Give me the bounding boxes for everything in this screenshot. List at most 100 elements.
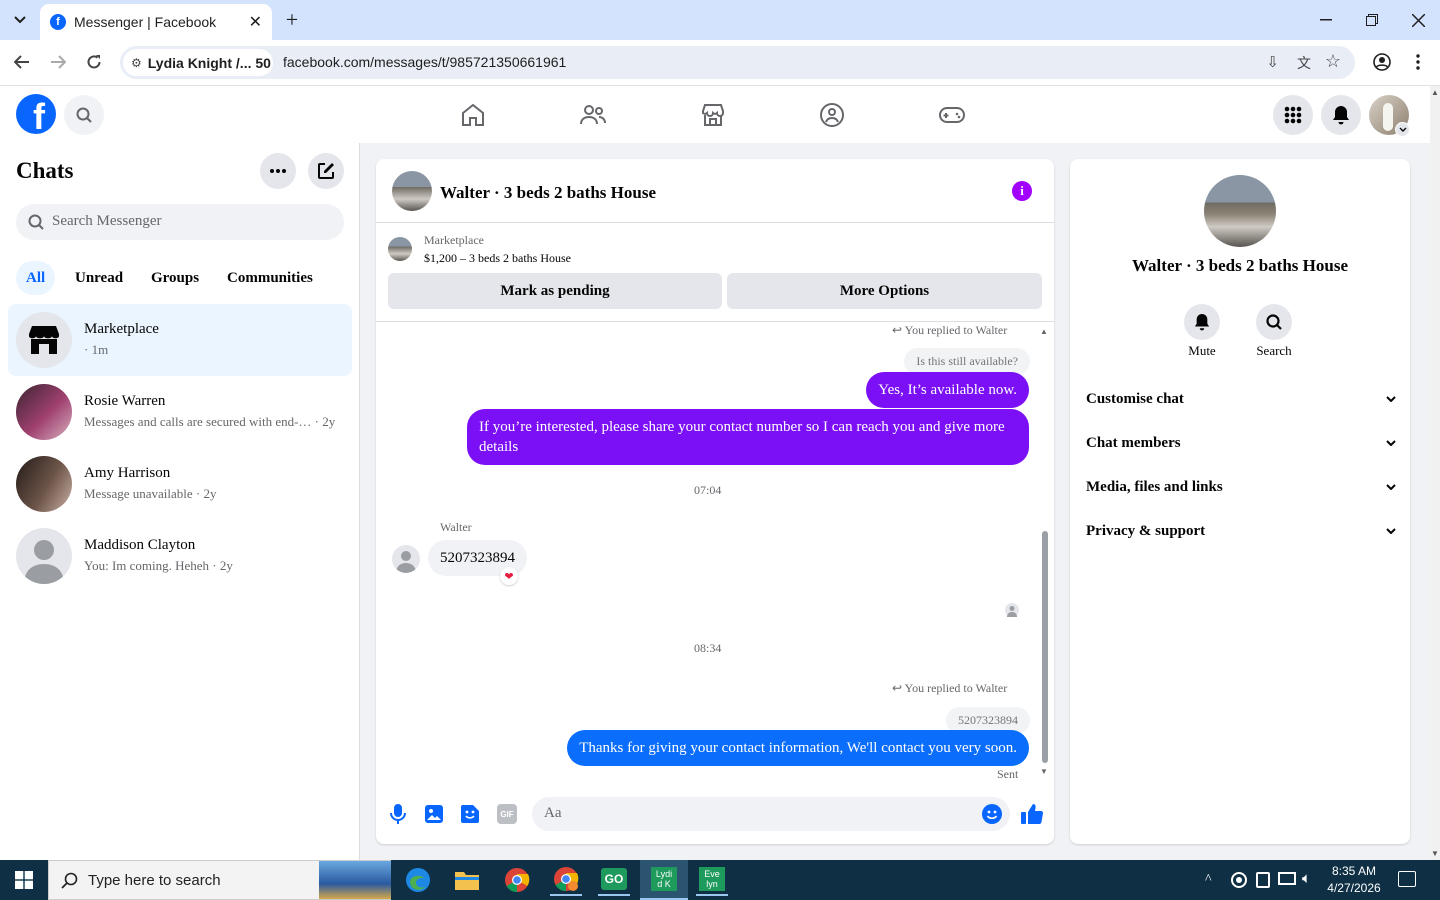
chrome-icon[interactable]	[501, 864, 533, 896]
mute-bell-icon[interactable]	[1184, 304, 1220, 340]
chat-item-rosie-warren[interactable]: Rosie Warren Messages and calls are secu…	[8, 376, 352, 448]
mark-as-pending-button[interactable]: Mark as pending	[388, 273, 722, 309]
account-chevron-icon[interactable]	[1395, 122, 1410, 137]
record-icon[interactable]	[1231, 872, 1247, 888]
facebook-favicon-icon: f	[50, 14, 66, 30]
marketplace-avatar-icon	[16, 312, 72, 368]
heart-reaction-icon[interactable]: ❤	[500, 567, 518, 585]
section-label: Privacy & support	[1086, 522, 1206, 539]
windows-start-icon[interactable]	[8, 864, 40, 896]
microphone-icon[interactable]	[388, 802, 408, 826]
system-clock[interactable]: 8:35 AM 4/27/2026	[1322, 863, 1386, 897]
browser-menu-icon[interactable]	[1406, 50, 1430, 74]
conversation-panel: Walter · 3 beds 2 baths House i Marketpl…	[376, 159, 1054, 844]
file-explorer-icon[interactable]	[451, 864, 483, 896]
mute-label[interactable]: Mute	[1172, 343, 1232, 359]
profile-chip-label: Lydia Knight /... 50	[147, 54, 271, 71]
notification-center-icon[interactable]	[1398, 871, 1416, 887]
close-window-icon[interactable]	[1404, 6, 1432, 34]
show-hidden-icons-icon[interactable]: ^	[1205, 872, 1212, 888]
edge-browser-icon[interactable]	[402, 864, 434, 896]
new-tab-icon[interactable]: +	[280, 7, 304, 32]
new-message-icon[interactable]	[308, 153, 344, 189]
reload-icon[interactable]	[82, 50, 106, 74]
section-customise-chat[interactable]: Customise chat	[1086, 383, 1396, 415]
app-tile-evelyn[interactable]: Eve lyn	[696, 864, 728, 896]
url-text[interactable]: facebook.com/messages/t/985721350661961	[283, 54, 566, 70]
bookmark-star-icon[interactable]: ☆	[1325, 51, 1341, 72]
chats-heading: Chats	[16, 158, 74, 183]
restore-icon[interactable]	[1358, 6, 1386, 34]
menu-grid-icon[interactable]	[1273, 95, 1313, 135]
message-input-placeholder: Aa	[544, 805, 562, 821]
more-options-button[interactable]: More Options	[727, 273, 1042, 309]
chat-preview: Message unavailable · 2y	[84, 486, 217, 501]
friends-nav-icon[interactable]	[578, 100, 608, 130]
chat-item-maddison-clayton[interactable]: Maddison Clayton You: Im coming. Heheh ·…	[8, 520, 352, 592]
filter-groups[interactable]: Groups	[141, 261, 209, 295]
page-scrollbar[interactable]: ▲ ▼	[1430, 86, 1440, 860]
search-messenger-input[interactable]: Search Messenger	[16, 204, 344, 240]
forward-icon[interactable]	[46, 50, 70, 74]
address-bar[interactable]: ⚙ Lydia Knight /... 50 facebook.com/mess…	[120, 46, 1355, 79]
volume-icon[interactable]: 🔈︎	[1302, 870, 1311, 888]
marketplace-nav-icon[interactable]	[698, 100, 728, 130]
seen-avatar-icon	[1005, 603, 1019, 617]
chat-item-marketplace[interactable]: Marketplace · 1m	[8, 304, 352, 376]
filter-all[interactable]: All	[16, 261, 56, 295]
section-chat-members[interactable]: Chat members	[1086, 427, 1396, 459]
chats-options-icon[interactable]	[260, 153, 296, 189]
chrome-profile-icon[interactable]	[550, 864, 582, 896]
back-icon[interactable]	[10, 50, 34, 74]
facebook-search-icon[interactable]	[64, 95, 104, 135]
search-icon	[28, 214, 44, 230]
conversation-title[interactable]: Walter · 3 beds 2 baths House	[440, 183, 656, 203]
outgoing-message[interactable]: Yes, It’s available now.	[866, 372, 1029, 408]
search-label[interactable]: Search	[1244, 343, 1304, 359]
outgoing-message[interactable]: Thanks for giving your contact informati…	[567, 730, 1029, 766]
chevron-down-icon	[1386, 440, 1396, 446]
gif-icon[interactable]: GIF	[497, 804, 517, 824]
reply-indicator: ↩ You replied to Walter	[892, 681, 1007, 696]
scrollbar-thumb[interactable]	[1042, 531, 1048, 763]
facebook-logo-icon[interactable]: f	[16, 94, 56, 134]
browser-tab[interactable]: f Messenger | Facebook ✕	[40, 4, 272, 40]
conversation-avatar[interactable]	[392, 171, 432, 211]
emoji-icon[interactable]	[982, 804, 1002, 824]
taskbar-search-box[interactable]: Type here to search	[48, 860, 391, 900]
site-info-chip[interactable]: ⚙ Lydia Knight /... 50	[123, 49, 273, 76]
gaming-nav-icon[interactable]	[937, 100, 967, 130]
chat-info-avatar[interactable]	[1204, 175, 1276, 247]
chat-item-amy-harrison[interactable]: Amy Harrison Message unavailable · 2y	[8, 448, 352, 520]
tab-close-icon[interactable]: ✕	[249, 12, 262, 32]
default-avatar-icon	[16, 528, 72, 584]
info-icon[interactable]: i	[1012, 181, 1032, 201]
device-icon[interactable]	[1256, 872, 1270, 888]
tab-search-chevron-icon[interactable]	[8, 8, 32, 32]
section-privacy-support[interactable]: Privacy & support	[1086, 515, 1396, 547]
section-media-files-links[interactable]: Media, files and links	[1086, 471, 1396, 503]
install-app-icon[interactable]: ⇩	[1266, 53, 1279, 71]
replied-message-quote[interactable]: Is this still available?	[904, 348, 1030, 375]
tile-label: Eve lyn	[699, 867, 725, 891]
network-icon[interactable]	[1278, 872, 1296, 885]
profile-icon[interactable]	[1370, 50, 1394, 74]
chat-info-panel: Walter · 3 beds 2 baths House Mute Searc…	[1070, 159, 1410, 844]
outgoing-message[interactable]: If you’re interested, please share your …	[467, 409, 1029, 465]
filter-unread[interactable]: Unread	[65, 261, 133, 295]
minimize-icon[interactable]	[1312, 6, 1340, 34]
messages-scrollbar[interactable]: ▲ ▼	[1040, 327, 1050, 779]
filter-communities[interactable]: Communities	[217, 261, 323, 295]
home-nav-icon[interactable]	[458, 100, 488, 130]
app-tile-lydia[interactable]: Lydi d K	[640, 860, 688, 900]
message-input[interactable]: Aa	[532, 797, 1010, 831]
translate-icon[interactable]: 文	[1297, 53, 1311, 73]
sender-avatar-icon[interactable]	[392, 545, 420, 573]
thumbs-up-icon[interactable]	[1020, 802, 1044, 826]
app-oo-icon[interactable]: GO	[598, 864, 630, 896]
sticker-icon[interactable]	[460, 804, 480, 824]
groups-nav-icon[interactable]	[817, 100, 847, 130]
search-conversation-icon[interactable]	[1256, 304, 1292, 340]
photo-icon[interactable]	[424, 804, 444, 824]
notifications-bell-icon[interactable]	[1321, 95, 1361, 135]
